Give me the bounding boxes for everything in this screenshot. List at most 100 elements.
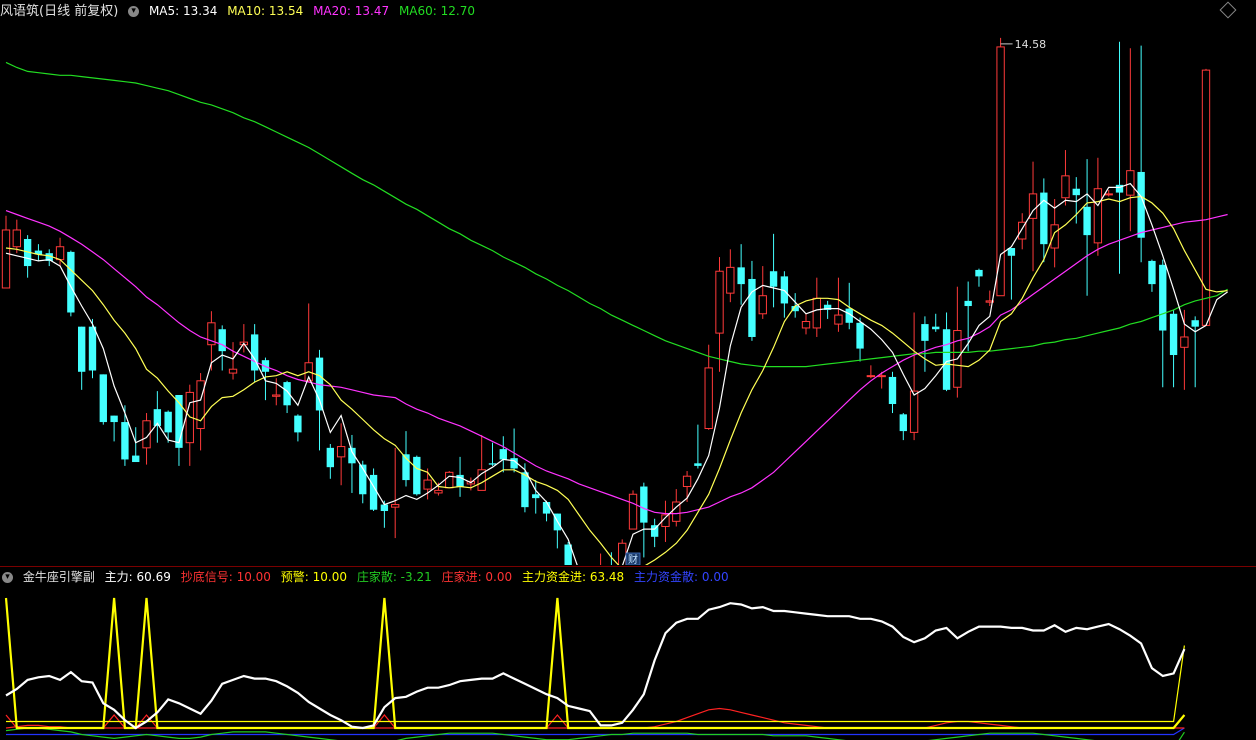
main-chart-header: 风语筑(日线 前复权) ▾ MA5: 13.34 MA10: 13.54 MA2… xyxy=(0,1,481,21)
candle-body xyxy=(164,411,172,433)
candle-body xyxy=(682,475,692,488)
candle xyxy=(1028,161,1038,272)
candle-body xyxy=(1,229,11,289)
zhuli-legend: 主力: 60.69 xyxy=(104,570,171,584)
max-price-label: 14.58 xyxy=(1015,38,1047,51)
zhuli-line xyxy=(5,602,1186,730)
candle xyxy=(640,482,648,558)
candle-body xyxy=(218,329,226,352)
candle-body xyxy=(888,376,897,405)
candle xyxy=(153,391,162,443)
candle xyxy=(413,455,421,496)
candle xyxy=(866,365,876,379)
sub-indicator-menu-button[interactable]: ▾ xyxy=(2,572,13,583)
candle xyxy=(34,244,43,261)
candle-body xyxy=(477,469,486,491)
candle xyxy=(359,460,367,504)
candle xyxy=(650,518,659,548)
candle xyxy=(856,317,864,362)
zhuli-zijin-san-legend: 主力资金散: 0.00 xyxy=(634,570,729,584)
candle-body xyxy=(932,326,940,330)
candle-body xyxy=(628,493,638,530)
ma10-line xyxy=(5,195,1228,565)
chaodi-legend: 抄底信号: 10.00 xyxy=(180,570,271,584)
candle-body xyxy=(899,414,907,432)
ma20-line xyxy=(5,210,1228,515)
candle-body xyxy=(1050,224,1059,249)
candle xyxy=(336,423,346,486)
zhuli-zijin-jin-line xyxy=(6,645,1185,723)
candle xyxy=(823,300,832,319)
candle-body xyxy=(618,542,627,565)
candle-body xyxy=(88,326,97,371)
candle xyxy=(780,271,789,318)
settings-diamond-icon[interactable] xyxy=(1219,1,1237,19)
candle xyxy=(600,553,602,565)
candle-body xyxy=(99,374,107,423)
candle xyxy=(326,443,334,479)
candle-body xyxy=(55,246,65,261)
indicator-menu-button[interactable]: ▾ xyxy=(128,6,140,17)
candle xyxy=(283,380,291,414)
candle-body xyxy=(532,494,540,499)
candle xyxy=(975,268,983,287)
candle xyxy=(964,281,972,352)
candle-body xyxy=(812,297,821,329)
candle xyxy=(1201,68,1211,326)
candle-body xyxy=(391,504,400,508)
candle-body xyxy=(423,479,432,490)
candle xyxy=(932,313,940,332)
candle-body xyxy=(336,446,346,458)
candle-body xyxy=(369,474,378,510)
candle xyxy=(99,374,107,425)
candle-body xyxy=(445,471,454,489)
candle xyxy=(196,373,205,451)
candle-body xyxy=(326,447,334,468)
candle-body xyxy=(1126,170,1135,196)
candle xyxy=(801,313,811,335)
candle xyxy=(758,266,767,319)
candle-body xyxy=(1072,188,1080,196)
candle xyxy=(553,513,562,549)
stock-title: 风语筑(日线 前复权) xyxy=(0,4,119,19)
candle-body xyxy=(748,278,756,337)
candle-body xyxy=(380,504,389,512)
candle xyxy=(510,428,518,473)
candle-body xyxy=(488,463,497,465)
sub-chart-header: ▾ 金牛座引擎副 主力: 60.69 抄底信号: 10.00 预警: 10.00… xyxy=(0,567,735,587)
candle-body xyxy=(758,295,767,315)
candle xyxy=(1126,48,1135,232)
ma60-legend: MA60: 12.70 xyxy=(398,4,475,18)
candle-body xyxy=(909,390,919,433)
candle xyxy=(618,539,627,565)
candle xyxy=(45,249,53,267)
candle xyxy=(164,410,172,443)
candle-body xyxy=(1061,175,1070,199)
candle xyxy=(899,413,907,441)
candle-body xyxy=(801,321,811,329)
ma10-legend: MA10: 13.54 xyxy=(227,4,304,18)
candle-body xyxy=(1083,206,1091,236)
candle xyxy=(23,235,32,278)
candle xyxy=(1083,159,1091,296)
candle xyxy=(261,357,270,401)
candle xyxy=(726,249,735,303)
candle-body xyxy=(228,368,238,374)
ma5-legend: MA5: 13.34 xyxy=(148,4,218,18)
candle-body xyxy=(1104,193,1113,196)
candle-body xyxy=(521,472,529,508)
candle xyxy=(909,312,919,441)
candle xyxy=(466,477,476,491)
candle-body xyxy=(1093,188,1103,244)
candle-body xyxy=(1201,69,1211,326)
candle-body xyxy=(996,46,1005,297)
candle-body xyxy=(737,267,745,285)
candle xyxy=(391,447,400,539)
candle-body xyxy=(726,266,735,294)
candle xyxy=(185,384,194,466)
candle xyxy=(1159,259,1167,388)
candle xyxy=(488,442,497,466)
candle-body xyxy=(434,489,443,494)
candle xyxy=(1,215,11,289)
candle xyxy=(218,325,226,371)
